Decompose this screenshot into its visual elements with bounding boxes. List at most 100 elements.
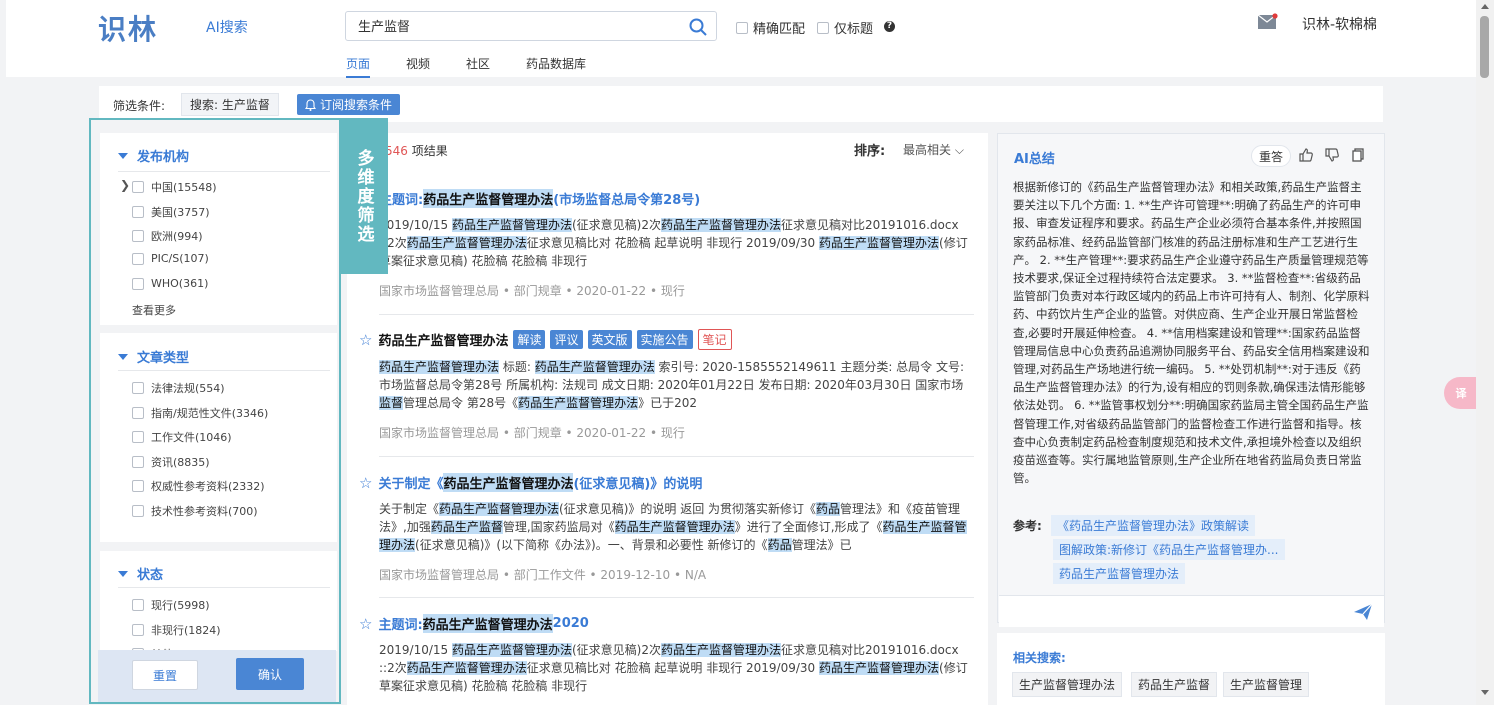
thumbs-up-icon[interactable] <box>1298 147 1314 163</box>
snippet-text: 管理,国家药监局对《 <box>502 520 615 534</box>
star-icon[interactable]: ☆ <box>359 615 372 633</box>
title-only-option[interactable]: 仅标题 <box>817 18 873 37</box>
ai-search-link[interactable]: AI搜索 <box>206 17 248 37</box>
facet-item[interactable]: 工作文件(1046) <box>132 429 232 445</box>
facet-title-publisher[interactable]: 发布机构 <box>118 146 189 165</box>
checkbox[interactable] <box>132 431 144 443</box>
translate-button[interactable]: 译 <box>1444 377 1478 409</box>
facet-item[interactable]: 指南/规范性文件(3346) <box>132 405 268 421</box>
ai-summary-text: 根据新修订的《药品生产监督管理办法》和相关政策,药品生产监督主要关注以下几个方面… <box>1013 180 1370 486</box>
checkbox[interactable] <box>132 480 144 492</box>
snippet-text: (征求意见稿)2次 <box>572 218 661 232</box>
facet-item[interactable]: PIC/S(107) <box>132 252 209 265</box>
checkbox[interactable] <box>132 382 144 394</box>
checkbox[interactable] <box>132 252 144 265</box>
checkbox[interactable] <box>132 456 144 468</box>
snippet-highlight: 药品生产监督管理办法 <box>406 236 527 250</box>
result-title[interactable]: ☆ 药品生产监督管理办法 解读 评议 英文版 实施公告 笔记 <box>359 329 975 350</box>
facet-item[interactable]: 权威性参考资料(2332) <box>132 478 265 494</box>
copy-icon[interactable] <box>1350 147 1366 163</box>
scroll-up-arrow-icon[interactable] <box>1481 4 1489 9</box>
facet-item-label: PIC/S(107) <box>151 252 209 265</box>
sort-dropdown[interactable]: 最高相关 ⌵ <box>903 141 964 158</box>
user-name[interactable]: 识林-软棉棉 <box>1302 14 1377 34</box>
facet-item-label: 现行(5998) <box>151 599 210 612</box>
facet-item[interactable]: WHO(361) <box>132 277 208 290</box>
tab-drug-database[interactable]: 药品数据库 <box>526 55 586 78</box>
checkbox[interactable] <box>132 206 144 218</box>
star-icon[interactable]: ☆ <box>359 331 372 349</box>
facet-item-label: 欧洲(994) <box>151 230 203 243</box>
snippet-text: 》进行了全面修订,形成了《 <box>734 520 883 534</box>
exact-match-checkbox[interactable] <box>736 21 748 34</box>
related-chip[interactable]: 生产监督管理办法 <box>1012 672 1123 697</box>
facet-title-status[interactable]: 状态 <box>118 564 163 583</box>
snippet-highlight: 药品生产监督管理办法 <box>661 218 782 232</box>
search-input[interactable] <box>358 18 678 33</box>
result-title[interactable]: 主题词: 药品生产监督管理办法 (市场监督总局令第28号) <box>379 189 975 208</box>
facet-item[interactable]: 欧洲(994) <box>132 228 203 244</box>
filter-sidebar: 发布机构 ❯ 中国(15548) 美国(3757) 欧洲(994) PIC/S(… <box>89 118 341 704</box>
facet-item[interactable]: 美国(3757) <box>132 204 210 220</box>
facet-item[interactable]: 现行(5998) <box>132 597 210 613</box>
reference-link[interactable]: 《药品生产监督管理办法》政策解读 <box>1051 515 1256 536</box>
facet-item[interactable]: 中国(15548) <box>132 179 217 195</box>
reference-link[interactable]: 药品生产监督管理办法 <box>1053 563 1186 584</box>
site-logo[interactable]: 识林 <box>98 8 158 48</box>
result-title-highlight: 药品生产监督管理办法 <box>378 330 509 349</box>
result-title[interactable]: ☆ 主题词: 药品生产监督管理办法 2020 <box>359 614 975 633</box>
title-only-checkbox[interactable] <box>817 21 829 34</box>
checkbox[interactable] <box>132 181 144 193</box>
related-chip[interactable]: 生产监督管理 <box>1223 672 1310 697</box>
regenerate-button[interactable]: 重答 <box>1251 145 1291 167</box>
filter-bar: 筛选条件: 搜索: 生产监督 订阅搜索条件 <box>99 86 1383 122</box>
facet-item-label: 工作文件(1046) <box>151 431 232 444</box>
checkbox[interactable] <box>132 599 144 611</box>
tag-announcement[interactable]: 实施公告 <box>636 330 693 349</box>
tag-notes[interactable]: 笔记 <box>697 329 732 350</box>
checkbox[interactable] <box>132 230 144 242</box>
result-title[interactable]: ☆ 关于制定《 药品生产监督管理办法 (征求意见稿)》的说明 <box>359 473 975 492</box>
help-icon[interactable]: ? <box>884 21 895 32</box>
tag-english[interactable]: 英文版 <box>587 330 632 349</box>
divider <box>118 171 330 172</box>
result-count-number: 546 <box>385 144 408 158</box>
facet-title-article-type[interactable]: 文章类型 <box>118 347 189 366</box>
tag-review[interactable]: 评议 <box>550 330 583 349</box>
facet-item[interactable]: 法律法规(554) <box>132 380 225 396</box>
tab-videos[interactable]: 视频 <box>406 55 430 78</box>
checkbox[interactable] <box>132 407 144 419</box>
related-chip[interactable]: 药品生产监督 <box>1131 672 1218 697</box>
star-icon[interactable]: ☆ <box>359 474 372 492</box>
scroll-down-arrow-icon[interactable] <box>1481 690 1489 695</box>
ai-question-input[interactable] <box>999 595 1384 627</box>
tab-pages[interactable]: 页面 <box>346 55 371 78</box>
search-icon[interactable] <box>688 17 708 37</box>
thumbs-down-icon[interactable] <box>1324 147 1340 163</box>
result-snippet: 关于制定《药品生产监督管理办法(征求意见稿)》的说明 返回 为贯彻落实新修订《药… <box>379 500 975 554</box>
reference-link[interactable]: 图解政策:新修订《药品生产监督管理办... <box>1053 539 1285 560</box>
checkbox[interactable] <box>132 505 144 517</box>
subscribe-search-button[interactable]: 订阅搜索条件 <box>297 94 400 115</box>
title-only-label: 仅标题 <box>834 22 874 37</box>
checkbox[interactable] <box>132 277 144 290</box>
tag-interpretation[interactable]: 解读 <box>513 330 546 349</box>
confirm-button[interactable]: 确认 <box>236 658 304 690</box>
chevron-right-icon[interactable]: ❯ <box>120 178 130 192</box>
scrollbar[interactable] <box>1476 0 1494 705</box>
reset-button[interactable]: 重置 <box>132 660 198 690</box>
see-more-link[interactable]: 查看更多 <box>132 302 176 318</box>
facet-item[interactable]: 资讯(8835) <box>132 454 210 470</box>
tab-community[interactable]: 社区 <box>466 55 490 78</box>
exact-match-option[interactable]: 精确匹配 <box>736 18 805 37</box>
scroll-thumb[interactable] <box>1480 16 1489 78</box>
result-count: 546 项结果 <box>385 142 448 159</box>
checkbox[interactable] <box>132 624 144 636</box>
mail-icon[interactable] <box>1258 13 1278 29</box>
reference-label: 参考: <box>1013 519 1042 533</box>
facet-item[interactable]: 技术性参考资料(700) <box>132 503 258 519</box>
divider <box>379 597 974 598</box>
facet-item[interactable]: 非现行(1824) <box>132 622 221 638</box>
send-icon[interactable] <box>1353 603 1373 621</box>
filter-chip[interactable]: 搜索: 生产监督 <box>181 93 279 116</box>
